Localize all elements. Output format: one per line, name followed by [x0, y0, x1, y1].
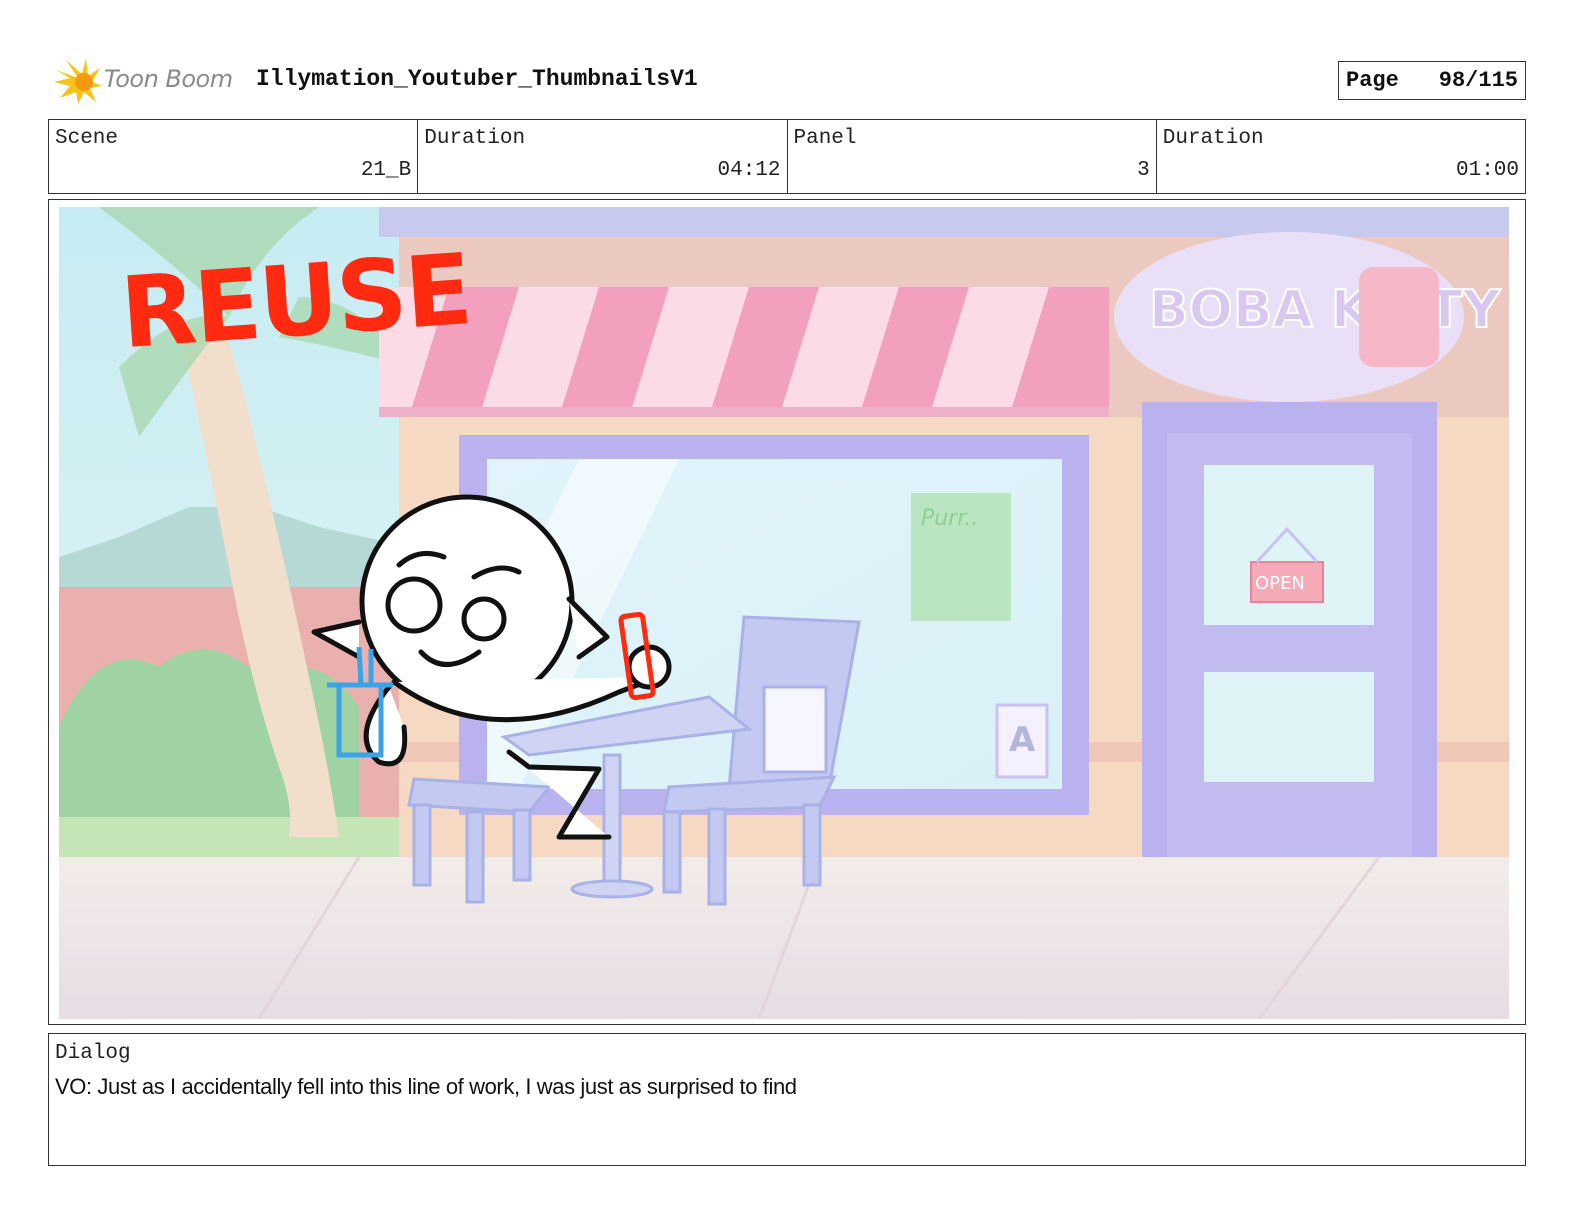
scene-duration-label: Duration: [424, 127, 526, 150]
dialog-text: VO: Just as I accidentally fell into thi…: [55, 1074, 797, 1099]
dialog-box: Dialog VO: Just as I accidentally fell i…: [48, 1033, 1526, 1166]
panel-cell: Panel 3: [788, 120, 1157, 193]
grass: [59, 817, 419, 857]
door-glass-bottom: [1204, 672, 1374, 782]
open-sign-text: OPEN: [1255, 573, 1305, 594]
storyboard-panel: Purr.. A OPEN BOBA KITTY REUSE: [48, 199, 1526, 1025]
document-title: Illymation_Youtuber_ThumbnailsV1: [256, 66, 698, 92]
page-label: Page: [1346, 68, 1399, 93]
menu-board-letter: A: [1009, 720, 1036, 760]
panel-info-row: Scene 21_B Duration 04:12 Panel 3 Durati…: [48, 119, 1526, 194]
page-indicator: Page 98/115: [1338, 61, 1526, 100]
scene-label: Scene: [55, 127, 119, 150]
panel-duration-label: Duration: [1162, 127, 1264, 150]
panel-label: Panel: [793, 127, 857, 150]
starburst-icon: [54, 58, 102, 104]
toon-boom-logo: Toon Boom: [52, 56, 237, 106]
logo-text: Toon Boom: [104, 65, 233, 93]
sign-boba-cup: [1359, 267, 1439, 367]
panel-value: 3: [1137, 159, 1150, 182]
sidewalk: [59, 857, 1509, 1019]
page-value: 98/115: [1438, 68, 1518, 93]
reuse-overlay-text: REUSE: [117, 233, 474, 371]
scene-cell: Scene 21_B: [49, 120, 419, 193]
scene-duration-value: 04:12: [717, 159, 781, 182]
panel-duration-cell: Duration 01:00: [1157, 120, 1525, 193]
panel-duration-value: 01:00: [1455, 159, 1519, 182]
roof-trim: [379, 207, 1509, 237]
dialog-label: Dialog: [55, 1042, 131, 1065]
awning-edge: [379, 407, 1109, 417]
scene-duration-cell: Duration 04:12: [418, 120, 788, 193]
panel-artwork: Purr.. A OPEN BOBA KITTY REUSE: [59, 207, 1509, 1019]
scene-value: 21_B: [360, 159, 412, 182]
shop-sign-text: BOBA KITTY: [1149, 280, 1502, 340]
purr-poster-text: Purr..: [921, 506, 978, 531]
